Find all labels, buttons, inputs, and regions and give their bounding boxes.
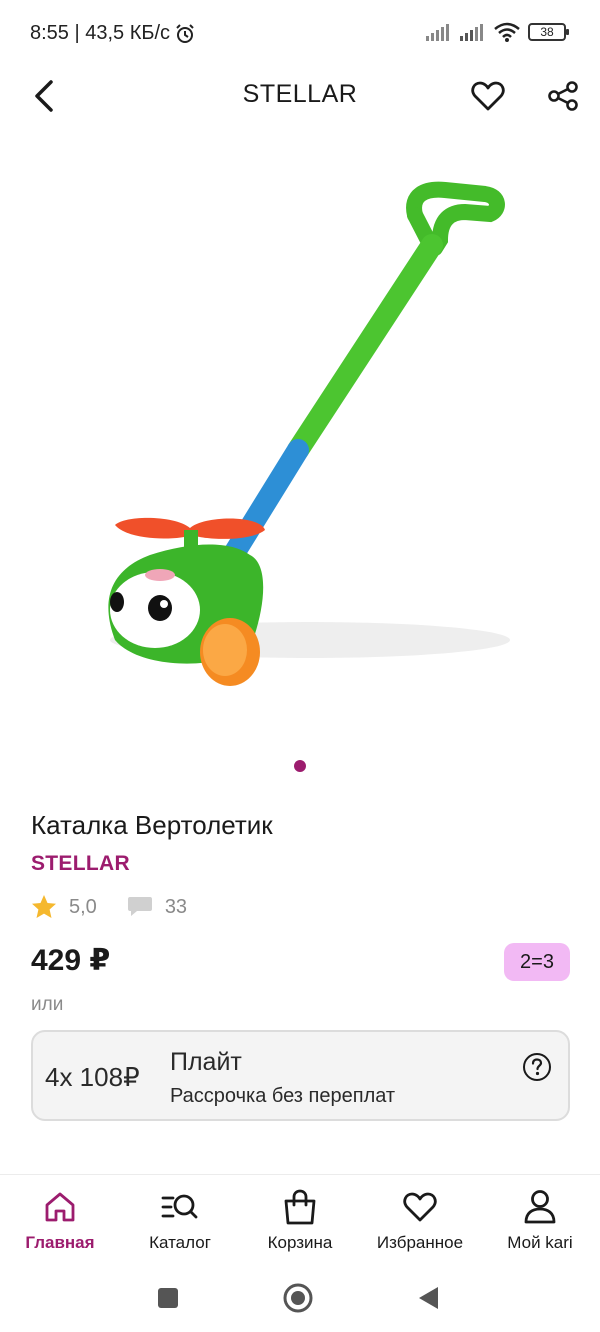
star-icon: [32, 895, 56, 918]
user-icon: [524, 1190, 556, 1224]
signal-icon-2: [460, 24, 483, 41]
help-button[interactable]: [522, 1052, 552, 1082]
promo-badge[interactable]: 2=3: [504, 943, 570, 981]
nav-label-home: Главная: [25, 1233, 95, 1252]
nav-label-catalog: Каталог: [149, 1233, 211, 1252]
nav-profile[interactable]: Мой kari: [498, 1189, 582, 1259]
favorite-button[interactable]: [468, 76, 508, 116]
product-brand-link[interactable]: STELLAR: [31, 852, 130, 876]
page-title: STELLAR: [242, 80, 358, 108]
status-right: 38: [426, 22, 569, 42]
nav-label-cart: Корзина: [267, 1233, 333, 1252]
status-time-speed: 8:55 | 43,5 КБ/с: [30, 22, 171, 44]
status-bar: 8:55 | 43,5 КБ/с 38: [0, 0, 600, 68]
heart-icon: [403, 1192, 437, 1222]
alarm-icon: [176, 23, 194, 43]
rating-row[interactable]: 5,0 33: [31, 892, 187, 922]
home-icon: [45, 1192, 75, 1222]
catalog-search-icon: [161, 1194, 198, 1219]
comment-icon: [127, 897, 152, 916]
nav-label-favorites: Избранное: [376, 1233, 464, 1252]
installment-amount: 4х 108₽: [45, 1062, 140, 1092]
recents-button[interactable]: [150, 1280, 186, 1316]
app-header: STELLAR: [0, 68, 600, 124]
nav-cart[interactable]: Корзина: [258, 1189, 342, 1259]
reviews-count: 33: [164, 895, 188, 918]
toy-helicopter-image: [108, 181, 510, 686]
triangle-back-icon: [419, 1287, 438, 1309]
heart-icon: [471, 81, 505, 111]
shopping-bag-icon: [284, 1189, 316, 1225]
image-pager: [0, 760, 600, 772]
pager-dot-active[interactable]: [294, 760, 306, 772]
nav-label-profile: Мой kari: [507, 1233, 573, 1252]
or-label: или: [31, 994, 64, 1015]
nav-catalog[interactable]: Каталог: [140, 1189, 220, 1259]
back-system-button[interactable]: [410, 1280, 446, 1316]
share-button[interactable]: [543, 76, 583, 116]
status-left: 8:55 | 43,5 КБ/с: [30, 22, 196, 45]
nav-favorites[interactable]: Избранное: [368, 1189, 472, 1259]
square-icon: [158, 1288, 178, 1308]
system-nav: [0, 1262, 600, 1332]
signal-icon: [426, 24, 449, 41]
share-icon: [548, 81, 578, 111]
wifi-icon: [494, 22, 520, 42]
product-image[interactable]: [80, 170, 520, 710]
installment-name: Плайт: [170, 1048, 242, 1076]
battery-icon: 38: [528, 23, 569, 41]
circle-icon: [283, 1283, 313, 1313]
installment-description: Рассрочка без переплат: [170, 1085, 396, 1107]
nav-home[interactable]: Главная: [20, 1189, 100, 1259]
question-icon: [523, 1053, 551, 1081]
rating-value: 5,0: [69, 895, 97, 918]
home-system-button[interactable]: [280, 1280, 316, 1316]
product-price: 429 ₽: [31, 944, 111, 977]
product-title: Каталка Вертолетик: [31, 810, 273, 840]
installment-card[interactable]: 4х 108₽ Плайт Рассрочка без переплат: [31, 1030, 570, 1121]
bottom-nav: Главная Каталог Корзина Избранное Мой ka…: [0, 1174, 600, 1260]
